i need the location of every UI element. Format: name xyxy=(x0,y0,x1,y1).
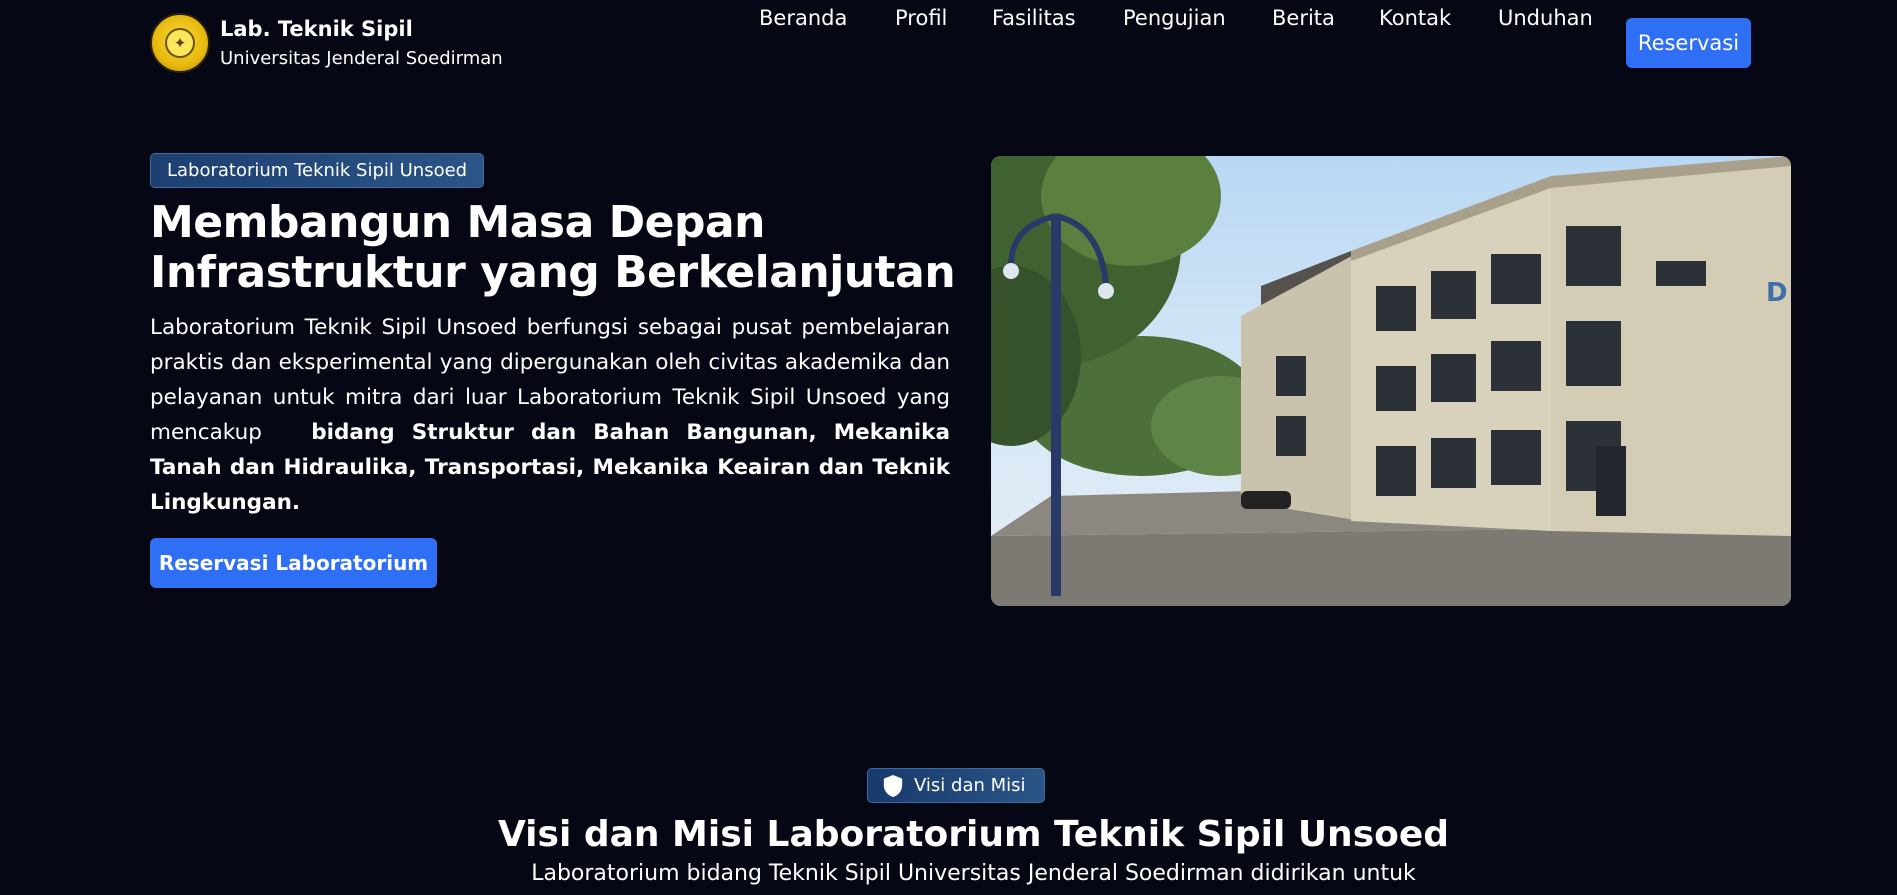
building-sign-letter: D xyxy=(1766,278,1788,308)
brand-title: Lab. Teknik Sipil xyxy=(220,17,413,41)
nav-kontak[interactable]: Kontak xyxy=(1379,0,1451,43)
shield-icon xyxy=(883,774,903,797)
hero-description: Laboratorium Teknik Sipil Unsoed berfung… xyxy=(150,310,950,520)
visi-misi-badge-label: Visi dan Misi xyxy=(914,775,1026,796)
reservasi-button[interactable]: Reservasi xyxy=(1626,18,1751,68)
visi-misi-badge: Visi dan Misi xyxy=(867,768,1045,803)
nav-profil[interactable]: Profil xyxy=(895,0,947,43)
nav-berita[interactable]: Berita xyxy=(1272,0,1335,43)
nav-beranda[interactable]: Beranda xyxy=(759,0,847,43)
brand-subtitle: Universitas Jenderal Soedirman xyxy=(220,48,503,69)
visi-misi-title: Visi dan Misi Laboratorium Teknik Sipil … xyxy=(497,814,1450,855)
hero-badge: Laboratorium Teknik Sipil Unsoed xyxy=(150,153,485,188)
reservasi-laboratorium-button[interactable]: Reservasi Laboratorium xyxy=(150,538,437,588)
hero-description-bold: bidang Struktur dan Bahan Bangunan, Meka… xyxy=(150,420,950,515)
brand[interactable]: ✦ Lab. Teknik Sipil Universitas Jenderal… xyxy=(150,13,503,73)
building-photo-illustration: D xyxy=(991,156,1791,606)
nav-fasilitas[interactable]: Fasilitas xyxy=(992,0,1076,43)
logo-emblem-icon: ✦ xyxy=(173,34,187,52)
nav-unduhan[interactable]: Unduhan xyxy=(1498,0,1593,43)
hero-title: Membangun Masa Depan Infrastruktur yang … xyxy=(150,197,956,298)
visi-misi-description: Laboratorium bidang Teknik Sipil Univers… xyxy=(531,861,1416,886)
nav-pengujian[interactable]: Pengujian xyxy=(1123,0,1226,43)
university-logo: ✦ xyxy=(150,13,210,73)
navbar: ✦ Lab. Teknik Sipil Universitas Jenderal… xyxy=(0,0,1897,86)
hero-building-image: D xyxy=(991,156,1791,606)
